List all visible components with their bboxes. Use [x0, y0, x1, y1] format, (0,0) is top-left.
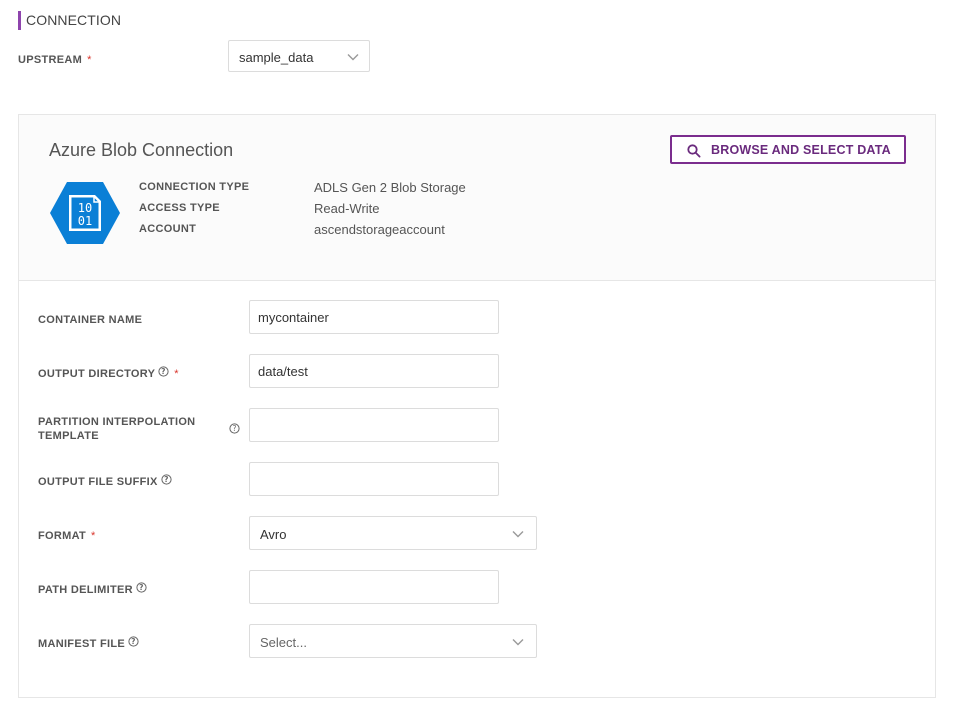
output-file-suffix-label-text: OUTPUT FILE SUFFIX: [38, 476, 158, 488]
required-marker: *: [174, 368, 179, 380]
svg-text:?: ?: [161, 367, 166, 376]
svg-text:?: ?: [131, 637, 136, 646]
account-key: ACCOUNT: [139, 223, 197, 235]
upstream-label-text: UPSTREAM: [18, 54, 83, 66]
output-file-suffix-input[interactable]: [249, 462, 499, 496]
help-icon[interactable]: ?: [158, 366, 169, 380]
account-value: ascendstorageaccount: [314, 222, 445, 237]
connection-type-value: ADLS Gen 2 Blob Storage: [314, 180, 466, 195]
connection-summary: Azure Blob Connection BROWSE AND SELECT …: [19, 115, 935, 281]
access-type-key: ACCESS TYPE: [139, 202, 220, 214]
container-name-value: mycontainer: [258, 310, 329, 325]
path-delimiter-input[interactable]: [249, 570, 499, 604]
partition-template-input[interactable]: [249, 408, 499, 442]
page: CONNECTION UPSTREAM * sample_data Azure B…: [0, 0, 956, 718]
manifest-file-select[interactable]: Select...: [249, 624, 537, 658]
access-type-value: Read-Write: [314, 201, 380, 216]
icon-text-line2: 01: [78, 214, 92, 228]
chevron-down-icon: [512, 531, 524, 538]
path-delimiter-label: PATH DELIMITER?: [38, 582, 147, 596]
container-name-input[interactable]: mycontainer: [249, 300, 499, 334]
browse-button-label: BROWSE AND SELECT DATA: [711, 143, 891, 157]
partition-template-label: PARTITION INTERPOLATION TEMPLATE: [38, 415, 195, 443]
chevron-down-icon: [347, 54, 359, 61]
connection-title: Azure Blob Connection: [49, 140, 234, 160]
connection-card: Azure Blob Connection BROWSE AND SELECT …: [18, 114, 936, 698]
svg-text:?: ?: [164, 475, 169, 484]
help-icon[interactable]: ?: [229, 421, 240, 439]
format-label: FORMAT *: [38, 530, 96, 542]
format-select-value: Avro: [260, 527, 287, 542]
help-icon[interactable]: ?: [136, 582, 147, 596]
partition-template-label-line1: PARTITION INTERPOLATION: [38, 416, 196, 428]
browse-and-select-data-button[interactable]: BROWSE AND SELECT DATA: [670, 135, 906, 164]
format-label-text: FORMAT: [38, 530, 87, 542]
connection-type-key: CONNECTION TYPE: [139, 181, 250, 193]
chevron-down-icon: [512, 639, 524, 646]
section-title: CONNECTION: [18, 11, 121, 30]
manifest-file-label-text: MANIFEST FILE: [38, 638, 126, 650]
format-select[interactable]: Avro: [249, 516, 537, 550]
upstream-label: UPSTREAM *: [18, 54, 92, 66]
search-icon: [687, 144, 701, 158]
icon-text-line1: 10: [78, 201, 92, 215]
svg-text:?: ?: [233, 424, 237, 433]
help-icon[interactable]: ?: [161, 474, 172, 488]
container-name-label: CONTAINER NAME: [38, 314, 143, 326]
manifest-file-placeholder: Select...: [260, 635, 307, 650]
output-directory-label: OUTPUT DIRECTORY? *: [38, 366, 179, 380]
help-icon[interactable]: ?: [128, 636, 139, 650]
output-directory-value: data/test: [258, 364, 308, 379]
partition-template-label-line2: TEMPLATE: [38, 430, 99, 442]
required-marker: *: [91, 530, 96, 542]
required-marker: *: [87, 54, 92, 66]
output-directory-label-text: OUTPUT DIRECTORY: [38, 368, 156, 380]
manifest-file-label: MANIFEST FILE?: [38, 636, 139, 650]
output-file-suffix-label: OUTPUT FILE SUFFIX?: [38, 474, 172, 488]
upstream-select-value: sample_data: [239, 50, 314, 65]
svg-text:?: ?: [139, 583, 144, 592]
azure-blob-storage-icon: 10 01: [50, 182, 120, 244]
upstream-select[interactable]: sample_data: [228, 40, 370, 72]
output-directory-input[interactable]: data/test: [249, 354, 499, 388]
path-delimiter-label-text: PATH DELIMITER: [38, 584, 133, 596]
